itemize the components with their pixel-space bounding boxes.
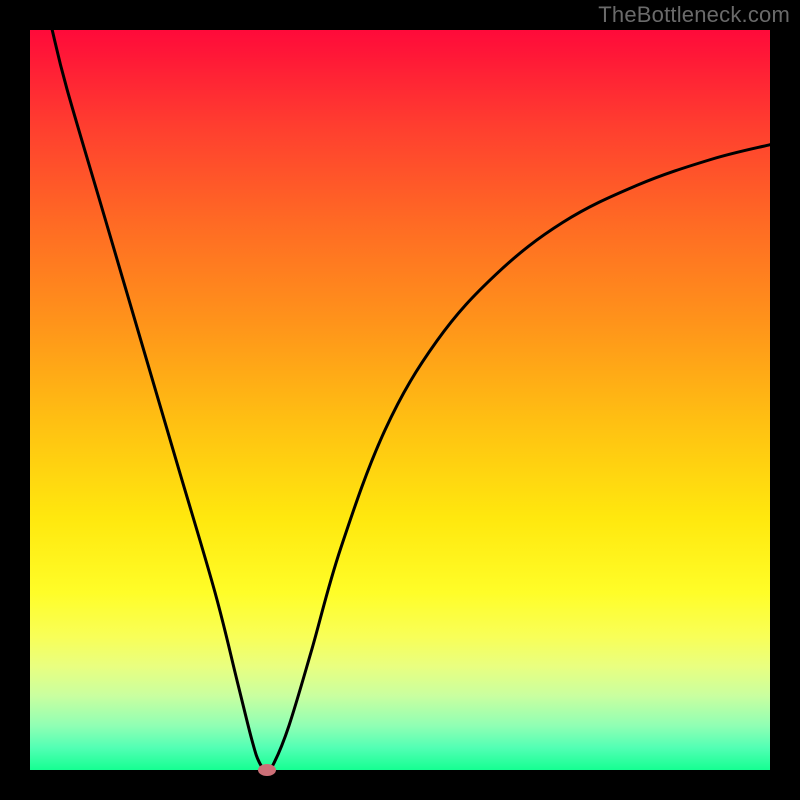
plot-area (30, 30, 770, 770)
watermark-label: TheBottleneck.com (598, 2, 790, 28)
chart-frame: TheBottleneck.com (0, 0, 800, 800)
optimum-marker (258, 764, 276, 776)
bottleneck-curve (30, 30, 770, 770)
